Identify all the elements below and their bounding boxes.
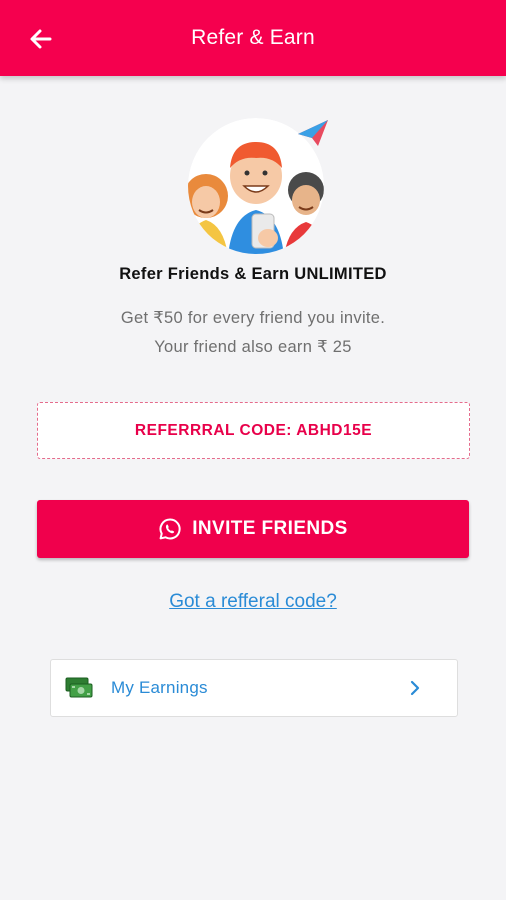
whatsapp-icon — [159, 518, 181, 540]
my-earnings-row[interactable]: My Earnings — [50, 659, 458, 717]
got-referral-code-link[interactable]: Got a refferal code? — [0, 591, 506, 613]
money-icon — [65, 677, 93, 698]
friend-reward-description: Your friend also earn ₹ 25 — [154, 338, 352, 356]
referral-code-box[interactable]: REFERRRAL CODE: ABHD15E — [37, 402, 470, 459]
app-bar: Refer & Earn — [0, 0, 506, 76]
page-title: Refer & Earn — [191, 26, 315, 49]
headline: Refer Friends & Earn UNLIMITED — [119, 265, 387, 283]
reward-description: Get ₹50 for every friend you invite. — [120, 309, 386, 327]
friends-illustration — [188, 118, 328, 254]
referral-code-text: REFERRRAL CODE: ABHD15E — [134, 421, 373, 439]
invite-friends-label: INVITE FRIENDS — [192, 518, 348, 539]
invite-friends-button[interactable]: INVITE FRIENDS — [37, 500, 469, 558]
chevron-right-icon — [410, 680, 420, 696]
my-earnings-label: My Earnings — [111, 678, 208, 697]
